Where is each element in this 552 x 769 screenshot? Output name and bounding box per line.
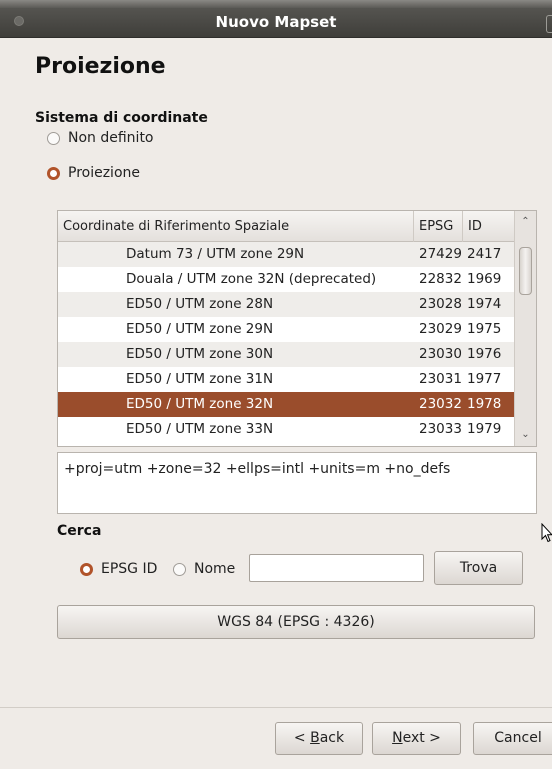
table-cell-id: 2417 — [467, 246, 502, 262]
column-header-id[interactable]: ID — [463, 211, 514, 242]
radio-search-epsg[interactable]: EPSG ID — [80, 561, 157, 577]
table-row[interactable]: ED50 / UTM zone 30N 23030 1976 — [58, 342, 514, 367]
table-cell-epsg: 23029 — [419, 321, 462, 337]
window-title: Nuovo Mapset — [215, 13, 337, 31]
table-cell-name: ED50 / UTM zone 31N — [126, 371, 274, 387]
radio-projection[interactable]: Proiezione — [47, 165, 140, 181]
table-cell-epsg: 27429 — [419, 246, 462, 262]
window-edge-icon — [546, 15, 552, 33]
next-button-mnemonic: N — [392, 730, 403, 746]
table-cell-name: ED50 / UTM zone 32N — [126, 396, 274, 412]
radio-search-epsg-label: EPSG ID — [101, 561, 158, 577]
table-cell-name: Douala / UTM zone 32N (deprecated) — [126, 271, 377, 287]
back-button-suffix: ack — [319, 730, 345, 746]
table-cell-epsg: 23031 — [419, 371, 462, 387]
table-cell-name: ED50 / UTM zone 28N — [126, 296, 274, 312]
table-cell-name: Datum 73 / UTM zone 29N — [126, 246, 305, 262]
radio-search-epsg-icon[interactable] — [80, 562, 93, 576]
new-mapset-dialog: Nuovo Mapset Proiezione Sistema di coord… — [0, 0, 552, 769]
table-row[interactable]: Datum 73 / UTM zone 29N 27429 2417 — [58, 242, 514, 267]
table-cell-epsg: 23032 — [419, 396, 462, 412]
radio-undefined[interactable]: Non definito — [47, 130, 154, 146]
table-row[interactable]: ED50 / UTM zone 33N 23033 1979 — [58, 417, 514, 442]
current-crs-button[interactable]: WGS 84 (EPSG : 4326) — [57, 605, 535, 639]
table-cell-epsg: 23033 — [419, 421, 462, 437]
table-cell-id: 1974 — [467, 296, 502, 312]
table-row[interactable]: ED50 / UTM zone 32N 23032 1978 — [58, 392, 514, 417]
table-row[interactable]: ED50 / UTM zone 28N 23028 1974 — [58, 292, 514, 317]
table-cell-epsg: 22832 — [419, 271, 462, 287]
radio-projection-label: Proiezione — [68, 165, 141, 181]
cancel-button[interactable]: Cancel — [473, 722, 552, 755]
table-cell-id: 1976 — [467, 346, 502, 362]
table-cell-epsg: 23028 — [419, 296, 462, 312]
radio-undefined-label: Non definito — [68, 130, 154, 146]
radio-undefined-icon[interactable] — [47, 131, 60, 145]
page-title: Proiezione — [35, 54, 166, 79]
footer-divider — [0, 707, 552, 708]
mouse-pointer-icon — [541, 523, 552, 543]
table-cell-id: 1978 — [467, 396, 502, 412]
title-bar-shadow — [0, 0, 552, 8]
scroll-up-icon[interactable]: ⌃ — [515, 213, 536, 231]
scrollbar-thumb[interactable] — [519, 247, 532, 295]
crs-table: Coordinate di Riferimento Spaziale EPSG … — [57, 210, 537, 447]
search-input[interactable] — [249, 554, 424, 582]
title-bar: Nuovo Mapset — [0, 0, 552, 38]
column-header-epsg[interactable]: EPSG — [414, 211, 463, 242]
radio-search-name-icon[interactable] — [173, 562, 186, 576]
table-cell-name: ED50 / UTM zone 30N — [126, 346, 274, 362]
coordinate-system-label: Sistema di coordinate — [35, 110, 208, 126]
back-button[interactable]: < Back — [275, 722, 363, 755]
radio-search-name-label: Nome — [194, 561, 236, 577]
table-cell-epsg: 23030 — [419, 346, 462, 362]
table-cell-name: ED50 / UTM zone 29N — [126, 321, 274, 337]
crs-table-header: Coordinate di Riferimento Spaziale EPSG … — [58, 211, 514, 242]
scroll-down-icon[interactable]: ⌄ — [515, 426, 536, 444]
table-cell-id: 1975 — [467, 321, 502, 337]
table-row[interactable]: ED50 / UTM zone 29N 23029 1975 — [58, 317, 514, 342]
table-scrollbar[interactable]: ⌃ ⌄ — [514, 211, 536, 446]
table-cell-id: 1977 — [467, 371, 502, 387]
table-cell-name: ED50 / UTM zone 33N — [126, 421, 274, 437]
next-button[interactable]: Next > — [372, 722, 461, 755]
proj-string-box[interactable]: +proj=utm +zone=32 +ellps=intl +units=m … — [57, 452, 537, 514]
table-cell-id: 1979 — [467, 421, 502, 437]
next-button-suffix: ext > — [402, 730, 441, 746]
crs-table-body: Datum 73 / UTM zone 29N 27429 2417 Douala /… — [58, 242, 514, 442]
back-button-mnemonic: B — [310, 730, 320, 746]
table-row[interactable]: Douala / UTM zone 32N (deprecated) 22832 1… — [58, 267, 514, 292]
table-row[interactable]: ED50 / UTM zone 31N 23031 1977 — [58, 367, 514, 392]
find-button[interactable]: Trova — [434, 551, 523, 585]
search-label: Cerca — [57, 523, 102, 539]
back-button-prefix: < — [293, 730, 311, 746]
table-cell-id: 1969 — [467, 271, 502, 287]
radio-projection-icon[interactable] — [47, 166, 60, 180]
radio-search-name[interactable]: Nome — [173, 561, 235, 577]
column-header-crs[interactable]: Coordinate di Riferimento Spaziale — [58, 211, 414, 242]
